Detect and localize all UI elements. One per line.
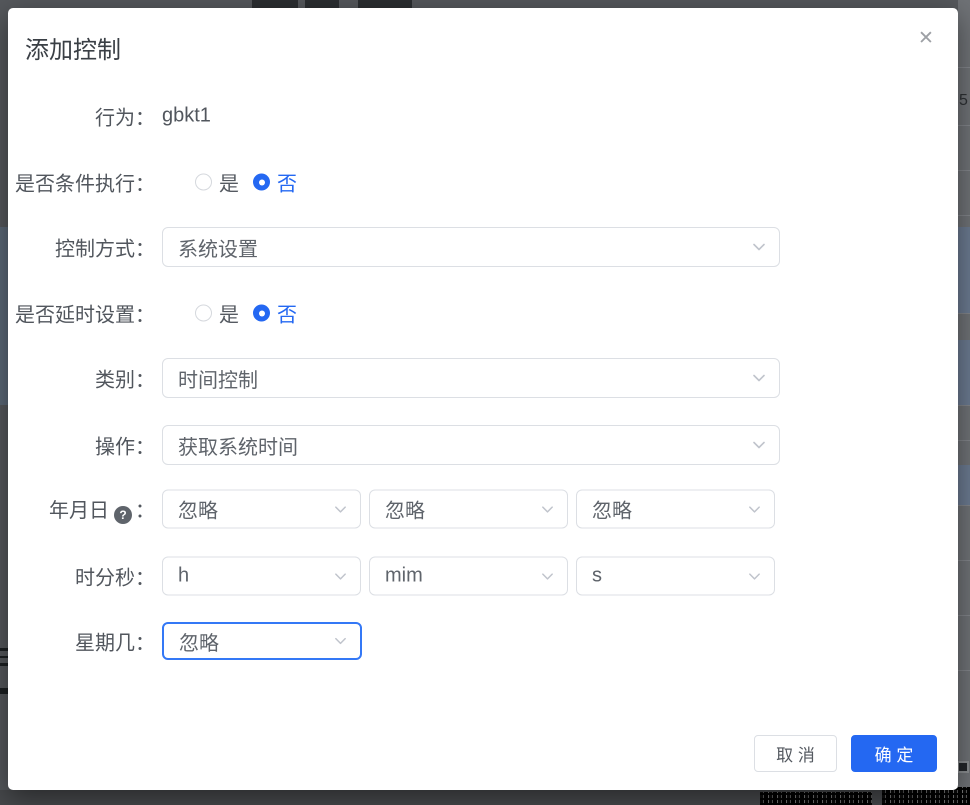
delay-setting-radio-no[interactable]: 否 (253, 299, 297, 328)
delay-setting-radio-yes[interactable]: 是 (195, 299, 239, 328)
hms-second-select[interactable]: s (576, 557, 775, 596)
chevron-down-icon (540, 502, 555, 517)
form-row-behavior: 行为： gbkt1 (8, 96, 958, 136)
background-right-strip (958, 0, 970, 805)
weekday-label: 星期几： (8, 627, 155, 656)
chevron-down-icon (747, 502, 762, 517)
condition-exec-radio-yes[interactable]: 是 (195, 168, 239, 197)
ymd-day-select[interactable]: 忽略 (576, 490, 775, 529)
select-value: 时间控制 (178, 364, 258, 393)
ymd-label: 年月日?： (8, 494, 155, 524)
background-barcode-artifact (760, 792, 872, 805)
radio-label: 否 (277, 168, 297, 197)
behavior-label: 行为： (8, 102, 155, 131)
condition-exec-label: 是否条件执行： (8, 168, 155, 197)
ymd-year-select[interactable]: 忽略 (162, 490, 361, 529)
select-value: 获取系统时间 (178, 431, 298, 460)
select-value: 系统设置 (178, 233, 258, 262)
background-left-strip (0, 0, 8, 805)
select-value: h (178, 565, 189, 588)
dialog-footer: 取 消 确 定 (754, 735, 937, 772)
form-row-condition-exec: 是否条件执行： 是 否 (8, 162, 958, 202)
form-row-control-mode: 控制方式： 系统设置 (8, 227, 958, 267)
radio-circle-checked-icon (253, 174, 270, 191)
select-value: s (592, 565, 602, 588)
delay-setting-label: 是否延时设置： (8, 299, 155, 328)
confirm-button[interactable]: 确 定 (851, 735, 937, 772)
select-value: 忽略 (385, 495, 425, 524)
operation-select[interactable]: 获取系统时间 (162, 425, 780, 465)
add-control-dialog: 添加控制 ✕ 行为： gbkt1 是否条件执行： 是 否 控制方式： 系统设置 (8, 8, 958, 790)
condition-exec-radio-no[interactable]: 否 (253, 168, 297, 197)
dialog-title: 添加控制 (25, 30, 121, 65)
chevron-down-icon (540, 569, 555, 584)
select-value: 忽略 (178, 495, 218, 524)
chevron-down-icon (333, 569, 348, 584)
form-row-category: 类别： 时间控制 (8, 358, 958, 398)
category-label: 类别： (8, 364, 155, 393)
behavior-value: gbkt1 (162, 105, 211, 128)
operation-label: 操作： (8, 431, 155, 460)
background-top-strip (0, 0, 970, 8)
window-icon (957, 761, 969, 773)
form-row-operation: 操作： 获取系统时间 (8, 425, 958, 465)
chevron-down-icon (333, 634, 348, 649)
hms-label: 时分秒： (8, 562, 155, 591)
select-value: mim (385, 565, 423, 588)
hms-minute-select[interactable]: mim (369, 557, 568, 596)
form-row-hms: 时分秒： h mim s (8, 556, 958, 596)
hms-hour-select[interactable]: h (162, 557, 361, 596)
chevron-down-icon (751, 437, 767, 453)
form-row-weekday: 星期几： 忽略 (8, 621, 958, 661)
radio-circle-checked-icon (253, 305, 270, 322)
chevron-down-icon (751, 370, 767, 386)
chevron-down-icon (747, 569, 762, 584)
radio-circle-icon (195, 305, 212, 322)
help-icon[interactable]: ? (114, 506, 132, 524)
radio-label: 是 (219, 168, 239, 197)
category-select[interactable]: 时间控制 (162, 358, 780, 398)
form-row-delay-setting: 是否延时设置： 是 否 (8, 293, 958, 333)
cancel-button[interactable]: 取 消 (754, 735, 837, 772)
background-number: 5 (959, 92, 968, 110)
close-icon[interactable]: ✕ (912, 24, 940, 52)
chevron-down-icon (751, 239, 767, 255)
ymd-month-select[interactable]: 忽略 (369, 490, 568, 529)
select-value: 忽略 (179, 627, 219, 656)
weekday-select[interactable]: 忽略 (162, 622, 362, 660)
form-row-ymd: 年月日?： 忽略 忽略 忽略 (8, 489, 958, 529)
control-mode-label: 控制方式： (8, 233, 155, 262)
chevron-down-icon (333, 502, 348, 517)
control-mode-select[interactable]: 系统设置 (162, 227, 780, 267)
radio-label: 否 (277, 299, 297, 328)
select-value: 忽略 (592, 495, 632, 524)
radio-label: 是 (219, 299, 239, 328)
radio-circle-icon (195, 174, 212, 191)
